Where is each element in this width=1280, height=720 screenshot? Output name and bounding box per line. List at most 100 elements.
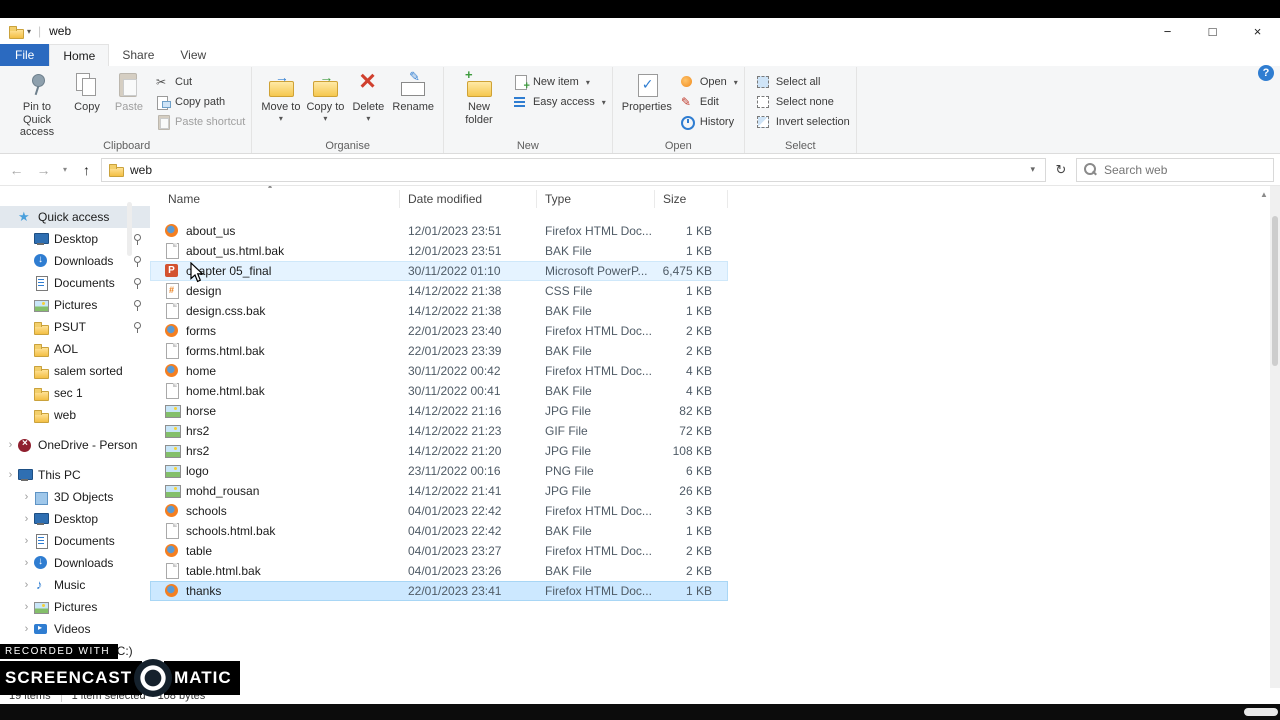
sidebar-item-salem-sorted[interactable]: salem sorted — [0, 360, 150, 382]
file-row-chapter-05-final[interactable]: chapter 05_final30/11/2022 01:10Microsof… — [150, 261, 728, 281]
ribbon-button-pin-to-quick-access[interactable]: Pin to Quick access — [8, 69, 66, 139]
refresh-button[interactable]: ↻ — [1048, 158, 1074, 182]
pin-icon — [23, 72, 51, 99]
bak-icon — [164, 563, 180, 579]
tab-file[interactable]: File — [0, 44, 50, 66]
vertical-scrollbar[interactable] — [1270, 186, 1280, 688]
cut-icon — [155, 75, 170, 89]
expand-chevron-icon[interactable]: › — [20, 579, 33, 591]
pc-icon — [17, 468, 33, 483]
up-button[interactable]: ↑ — [74, 158, 99, 182]
file-row-about-us-html-bak[interactable]: about_us.html.bak 12/01/2023 23:51 BAK Fil… — [150, 241, 728, 261]
ribbon-button-copy[interactable]: Copy — [66, 69, 108, 114]
qat-customize-icon[interactable]: ▾ — [27, 27, 31, 36]
ribbon-button-paste[interactable]: Paste — [108, 69, 150, 114]
ribbon-button-cut[interactable]: Cut — [155, 74, 245, 90]
ribbon-button-copy-to[interactable]: Copy to▾ — [303, 69, 347, 123]
expand-chevron-icon[interactable]: › — [4, 439, 17, 451]
address-dropdown-icon[interactable]: ▾ — [1026, 164, 1039, 175]
file-row-table[interactable]: table 04/01/2023 23:27 Firefox HTML Doc...… — [150, 541, 728, 561]
forward-button[interactable]: → — [31, 158, 56, 182]
ribbon-button-open[interactable]: Open ▾ — [680, 74, 738, 90]
file-row-forms[interactable]: forms 22/01/2023 23:40 Firefox HTML Doc...… — [150, 321, 728, 341]
screencast-watermark: RECORDED WITH SCREENCAST MATIC — [0, 643, 240, 697]
ribbon-button-select-none[interactable]: Select none — [756, 94, 850, 110]
address-bar[interactable]: web ▾ — [101, 157, 1046, 182]
tab-share[interactable]: Share — [109, 44, 167, 66]
tab-view[interactable]: View — [167, 44, 219, 66]
minimize-button[interactable]: − — [1145, 18, 1190, 44]
ribbon-button-history[interactable]: History — [680, 114, 738, 130]
file-row-thanks[interactable]: thanks 22/01/2023 23:41 Firefox HTML Doc..… — [150, 581, 728, 601]
expand-chevron-icon[interactable]: › — [20, 513, 33, 525]
sidebar-item-aol[interactable]: AOL — [0, 338, 150, 360]
ribbon-group-label: Open — [664, 140, 692, 152]
expand-chevron-icon[interactable]: › — [20, 601, 33, 613]
sidebar-item-this-pc[interactable]: › This PC — [0, 464, 150, 486]
ribbon-button-easy-access[interactable]: Easy access ▾ — [513, 94, 606, 110]
address-path[interactable]: web — [130, 163, 152, 177]
sidebar-item-documents[interactable]: › Documents — [0, 530, 150, 552]
file-row-logo[interactable]: logo 23/11/2022 00:16 PNG File 6 KB — [150, 461, 728, 481]
back-button[interactable]: ← — [4, 158, 29, 182]
maximize-button[interactable]: □ — [1190, 18, 1235, 44]
scrollbar-thumb[interactable] — [1272, 216, 1278, 366]
file-row-home-html-bak[interactable]: home.html.bak 30/11/2022 00:41 BAK File 4 K… — [150, 381, 728, 401]
search-input[interactable] — [1104, 162, 1266, 177]
expand-chevron-icon[interactable]: › — [4, 469, 17, 481]
sidebar-item-psut[interactable]: PSUT — [0, 316, 150, 338]
column-header-size[interactable]: Size — [655, 190, 728, 208]
ribbon-button-invert-selection[interactable]: Invert selection — [756, 114, 850, 130]
sidebar-item-documents[interactable]: Documents — [0, 272, 150, 294]
ribbon-button-copy-path[interactable]: Copy path — [155, 94, 245, 110]
qat-separator: | — [38, 24, 42, 38]
search-box[interactable] — [1076, 157, 1274, 182]
watermark-screencast: SCREENCAST — [0, 661, 143, 695]
column-header-date-modified[interactable]: Date modified — [400, 190, 537, 208]
file-row-design-css-bak[interactable]: design.css.bak 14/12/2022 21:38 BAK File 1 … — [150, 301, 728, 321]
ribbon-button-properties[interactable]: Properties — [619, 69, 675, 114]
close-button[interactable]: × — [1235, 18, 1280, 44]
column-header-name[interactable]: Name▴ — [150, 186, 400, 208]
sidebar-item-videos[interactable]: ›Videos — [0, 618, 150, 640]
sidebar-item-downloads[interactable]: ›Downloads — [0, 552, 150, 574]
help-icon[interactable]: ? — [1258, 65, 1274, 81]
ribbon-button-paste-shortcut[interactable]: Paste shortcut — [155, 114, 245, 130]
expand-chevron-icon[interactable]: › — [20, 535, 33, 547]
horizontal-scrollbar[interactable] — [1244, 708, 1278, 716]
ribbon-button-select-all[interactable]: Select all — [756, 74, 850, 90]
file-row-table-html-bak[interactable]: table.html.bak 04/01/2023 23:26 BAK File 2 … — [150, 561, 728, 581]
videos-icon — [33, 622, 49, 637]
file-row-design[interactable]: design14/12/2022 21:38CSS File1 KB — [150, 281, 728, 301]
ribbon-button-new-folder[interactable]: New folder — [450, 68, 508, 126]
file-row-schools[interactable]: schools 04/01/2023 22:42 Firefox HTML Doc.… — [150, 501, 728, 521]
sidebar-scrollbar[interactable] — [127, 202, 132, 256]
column-header-type[interactable]: Type — [537, 190, 655, 208]
file-row-hrs2[interactable]: hrs2 14/12/2022 21:23 GIF File 72 KB — [150, 421, 728, 441]
sidebar-item-music[interactable]: ›Music — [0, 574, 150, 596]
expand-chevron-icon[interactable]: › — [20, 623, 33, 635]
file-row-forms-html-bak[interactable]: forms.html.bak 22/01/2023 23:39 BAK File 2 … — [150, 341, 728, 361]
ribbon-button-delete[interactable]: Delete▾ — [347, 66, 389, 123]
file-row-about-us[interactable]: about_us 12/01/2023 23:51 Firefox HTML Doc… — [150, 221, 728, 241]
file-row-home[interactable]: home 30/11/2022 00:42 Firefox HTML Doc... 4… — [150, 361, 728, 381]
file-row-hrs2[interactable]: hrs2 14/12/2022 21:20 JPG File 108 KB — [150, 441, 728, 461]
sidebar-item-pictures[interactable]: › Pictures — [0, 596, 150, 618]
expand-chevron-icon[interactable]: › — [20, 491, 33, 503]
ribbon-button-new-item[interactable]: New item▾ — [513, 74, 606, 92]
sidebar-item-3d-objects[interactable]: › 3D Objects — [0, 486, 150, 508]
tab-home[interactable]: Home — [49, 44, 110, 66]
ribbon-button-rename[interactable]: Rename — [389, 69, 437, 114]
ribbon-button-move-to[interactable]: Move to▾ — [258, 69, 303, 123]
expand-chevron-icon[interactable]: › — [20, 557, 33, 569]
file-row-schools-html-bak[interactable]: schools.html.bak 04/01/2023 22:42 BAK File… — [150, 521, 728, 541]
sidebar-item-sec-1[interactable]: sec 1 — [0, 382, 150, 404]
sidebar-item-web[interactable]: web — [0, 404, 150, 426]
sidebar-item-onedrive-person[interactable]: ›OneDrive - Person — [0, 434, 150, 456]
recent-locations-icon[interactable]: ▾ — [58, 165, 72, 174]
ribbon-button-edit[interactable]: Edit — [680, 94, 738, 110]
file-row-horse[interactable]: horse 14/12/2022 21:16 JPG File 82 KB — [150, 401, 728, 421]
sidebar-item-desktop[interactable]: › Desktop — [0, 508, 150, 530]
file-row-mohd-rousan[interactable]: mohd_rousan 14/12/2022 21:41 JPG File 26 KB — [150, 481, 728, 501]
sidebar-item-pictures[interactable]: Pictures — [0, 294, 150, 316]
